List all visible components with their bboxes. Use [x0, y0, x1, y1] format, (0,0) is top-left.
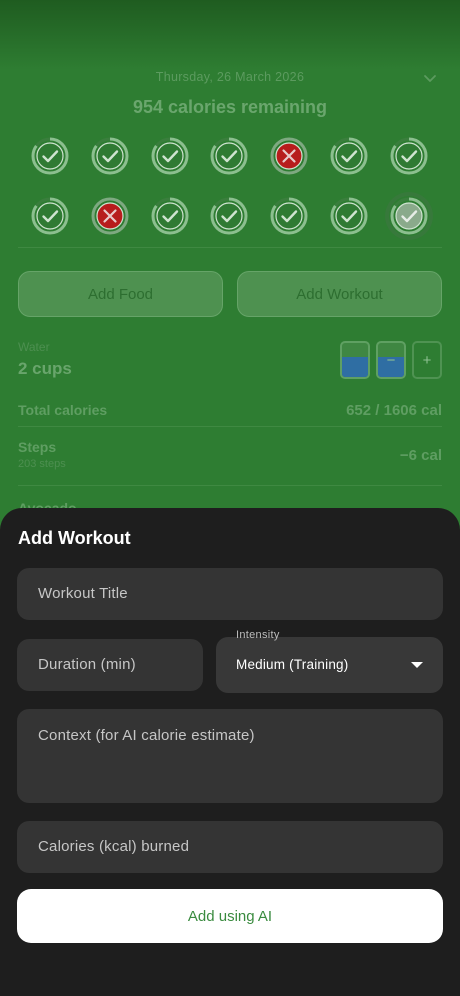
- day-status-9[interactable]: [90, 196, 130, 236]
- total-calories-label: Total calories: [18, 402, 108, 418]
- check-circle-icon: [330, 197, 368, 235]
- total-calories-value: 652 / 1606 cal: [346, 402, 442, 419]
- duration-placeholder: Duration (min): [38, 656, 136, 673]
- day-status-3[interactable]: [150, 136, 190, 176]
- check-circle-icon: [270, 197, 308, 235]
- calories-burned-input[interactable]: Calories (kcal) burned: [17, 821, 443, 873]
- water-label: Water: [18, 340, 50, 354]
- sheet-title: Add Workout: [18, 528, 131, 548]
- workout-title-placeholder: Workout Title: [38, 585, 128, 602]
- check-circle-icon: [210, 197, 248, 235]
- check-circle-icon: [151, 137, 189, 175]
- day-status-14[interactable]: [389, 196, 429, 236]
- day-status-grid: [30, 136, 440, 236]
- day-status-12[interactable]: [269, 196, 309, 236]
- day-status-11[interactable]: [209, 196, 249, 236]
- check-circle-icon: [31, 137, 69, 175]
- day-status-1[interactable]: [30, 136, 70, 176]
- calories-remaining: 954 calories remaining: [132, 97, 328, 117]
- add-workout-button[interactable]: Add Workout: [237, 271, 442, 317]
- context-placeholder: Context (for AI calorie estimate): [38, 727, 255, 744]
- add-using-ai-button[interactable]: Add using AI: [17, 889, 443, 943]
- water-fill: [342, 356, 368, 377]
- intensity-select[interactable]: Intensity Medium (Training): [216, 629, 443, 693]
- check-circle-icon: [330, 137, 368, 175]
- intensity-label: Intensity: [236, 629, 280, 641]
- steps-calories: −6 cal: [399, 447, 442, 464]
- intensity-value: Medium (Training): [236, 657, 349, 672]
- water-cup-remove[interactable]: −: [376, 341, 406, 379]
- chevron-down-icon[interactable]: [422, 72, 438, 86]
- day-status-6[interactable]: [329, 136, 369, 176]
- day-status-10[interactable]: [150, 196, 190, 236]
- steps-label: Steps: [18, 439, 57, 455]
- x-circle-icon: [91, 197, 129, 235]
- steps-count: 203 steps: [18, 458, 66, 470]
- divider: [18, 426, 442, 427]
- check-circle-icon: [390, 197, 428, 235]
- water-value: 2 cups: [18, 359, 72, 378]
- workout-title-input[interactable]: Workout Title: [17, 568, 443, 620]
- duration-input[interactable]: Duration (min): [17, 639, 203, 691]
- day-status-2[interactable]: [90, 136, 130, 176]
- add-food-button[interactable]: Add Food: [18, 271, 223, 317]
- check-circle-icon: [210, 137, 248, 175]
- context-textarea[interactable]: Context (for AI calorie estimate): [17, 709, 443, 803]
- x-circle-icon: [270, 137, 308, 175]
- check-circle-icon: [151, 197, 189, 235]
- water-cup-filled[interactable]: [340, 341, 370, 379]
- day-status-5[interactable]: [269, 136, 309, 176]
- plus-icon: +: [422, 351, 432, 369]
- minus-icon: −: [386, 351, 396, 369]
- day-status-4[interactable]: [209, 136, 249, 176]
- date-label[interactable]: Thursday, 26 March 2026: [0, 70, 460, 90]
- dropdown-caret-icon: [411, 662, 423, 668]
- day-status-7[interactable]: [389, 136, 429, 176]
- calories-placeholder: Calories (kcal) burned: [38, 838, 190, 855]
- divider: [18, 247, 442, 248]
- check-circle-icon: [31, 197, 69, 235]
- day-status-13[interactable]: [329, 196, 369, 236]
- check-circle-icon: [91, 137, 129, 175]
- day-status-8[interactable]: [30, 196, 70, 236]
- add-workout-sheet: Add Workout Workout Title Duration (min)…: [0, 508, 460, 996]
- check-circle-icon: [390, 137, 428, 175]
- water-cup-add[interactable]: +: [412, 341, 442, 379]
- divider: [18, 485, 442, 486]
